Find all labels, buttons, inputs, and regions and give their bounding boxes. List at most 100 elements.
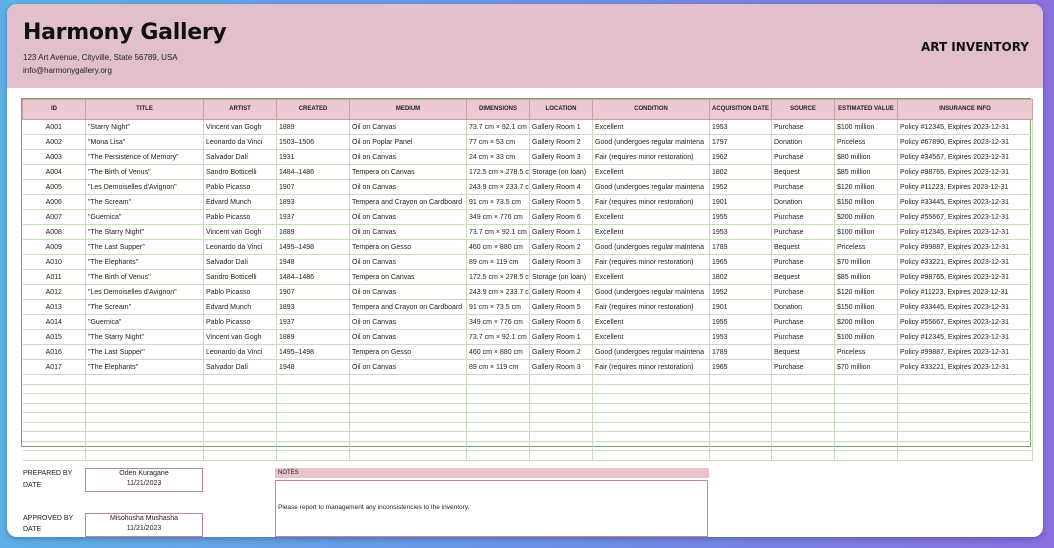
table-row: A015 "The Starry Night" Vincent van Gogh 18… — [22, 329, 1033, 345]
empty-cell — [834, 431, 898, 442]
table-cell: Policy #33445, Expires 2023-12-31 — [897, 194, 1033, 210]
table-cell: 1952 — [709, 284, 772, 300]
empty-cell — [466, 431, 530, 442]
table-cell: "Starry Night" — [85, 119, 204, 135]
table-cell: Policy #12345, Expires 2023-12-31 — [897, 329, 1033, 345]
table-cell: 1893 — [276, 299, 350, 315]
empty-cell — [203, 422, 277, 432]
table-row: A013 "The Scream" Edvard Munch 1893 Tempera … — [22, 299, 1033, 315]
column-header: CONDITION — [592, 99, 710, 120]
table-cell: $85 million — [834, 164, 898, 180]
table-cell: Policy #67890, Expires 2023-12-31 — [897, 134, 1033, 150]
table-cell: 460 cm × 880 cm — [466, 239, 530, 255]
empty-cell — [203, 441, 277, 451]
table-cell: $120 million — [834, 284, 898, 300]
empty-cell — [349, 422, 467, 432]
empty-cell — [349, 374, 467, 385]
empty-cell — [85, 412, 204, 423]
empty-cell — [834, 412, 898, 423]
table-cell: A012 — [22, 284, 86, 300]
table-cell: 91 cm × 73.5 cm — [466, 299, 530, 315]
prepared-date-label: DATE — [23, 482, 42, 489]
empty-cell — [349, 403, 467, 413]
table-cell: Gallery Room 6 — [529, 314, 593, 330]
empty-cell — [349, 384, 467, 394]
empty-table-row — [22, 450, 1033, 461]
table-header-row: ID TITLE ARTIST CREATED MEDIUM DIMENSIONS LOCA… — [22, 99, 1033, 120]
gallery-name: Harmony Gallery — [23, 20, 227, 45]
table-cell: Oil on Canvas — [349, 209, 467, 225]
table-cell: $150 million — [834, 299, 898, 315]
empty-cell — [22, 431, 86, 442]
table-cell: 77 cm × 53 cm — [466, 134, 530, 150]
empty-cell — [529, 441, 593, 451]
approved-date-value: 11/21/2023 — [126, 525, 162, 532]
empty-cell — [276, 412, 350, 423]
table-cell: 349 cm × 776 cm — [466, 314, 530, 330]
table-cell: 1797 — [709, 134, 772, 150]
empty-table-row — [22, 422, 1033, 432]
empty-cell — [709, 412, 772, 423]
empty-cell — [897, 441, 1033, 451]
table-row: A011 "The Birth of Venus" Sandro Botticell… — [22, 269, 1033, 285]
table-cell: "The Birth of Venus" — [85, 164, 204, 180]
inventory-table-container: ID TITLE ARTIST CREATED MEDIUM DIMENSIONS LOCA… — [21, 98, 1033, 461]
empty-cell — [592, 374, 710, 385]
empty-cell — [897, 393, 1033, 404]
empty-cell — [349, 393, 467, 404]
empty-table-row — [22, 412, 1033, 423]
table-cell: Tempera on Canvas — [349, 269, 467, 285]
approved-by-name: Misohusha Mushasha — [109, 515, 179, 522]
table-cell: Tempera and Crayon on Cardboard — [349, 194, 467, 210]
empty-cell — [709, 374, 772, 385]
table-cell: Fair (requires minor restoration) — [592, 299, 710, 315]
prepared-by-box: Oden Kuragane 11/21/2023 — [85, 468, 203, 492]
table-cell: Pablo Picasso — [203, 209, 277, 225]
table-cell: Oil on Canvas — [349, 119, 467, 135]
table-cell: "The Elephants" — [85, 254, 204, 270]
table-cell: Purchase — [771, 284, 835, 300]
table-cell: Gallery Room 5 — [529, 299, 593, 315]
table-cell: 1953 — [709, 329, 772, 345]
table-cell: $200 million — [834, 314, 898, 330]
table-cell: 1484–1486 — [276, 269, 350, 285]
table-cell: Edvard Munch — [203, 194, 277, 210]
table-cell: Vincent van Gogh — [203, 329, 277, 345]
table-cell: Policy #99887, Expires 2023-12-31 — [897, 344, 1033, 360]
table-cell: $70 million — [834, 254, 898, 270]
table-cell: Purchase — [771, 359, 835, 375]
table-cell: Policy #98765, Expires 2023-12-31 — [897, 269, 1033, 285]
table-cell: A014 — [22, 314, 86, 330]
table-cell: Gallery Room 3 — [529, 254, 593, 270]
empty-cell — [466, 412, 530, 423]
empty-cell — [529, 384, 593, 394]
column-header: INSURANCE INFO — [897, 99, 1033, 120]
table-cell: $100 million — [834, 224, 898, 240]
empty-cell — [771, 384, 835, 394]
empty-cell — [276, 450, 350, 461]
table-cell: 1889 — [276, 329, 350, 345]
table-cell: Oil on Canvas — [349, 284, 467, 300]
table-cell: Gallery Room 2 — [529, 239, 593, 255]
gallery-address: 123 Art Avenue, Cityville, State 56789, … — [23, 53, 178, 62]
table-cell: $70 million — [834, 359, 898, 375]
document-title: ART INVENTORY — [920, 40, 1029, 54]
table-cell: Good (undergoes regular maintena — [592, 239, 710, 255]
table-cell: $80 million — [834, 149, 898, 165]
table-cell: Donation — [771, 299, 835, 315]
table-cell: A015 — [22, 329, 86, 345]
empty-cell — [22, 412, 86, 423]
empty-cell — [466, 393, 530, 404]
table-cell: 73.7 cm × 92.1 cm — [466, 329, 530, 345]
table-cell: Pablo Picasso — [203, 284, 277, 300]
empty-cell — [349, 431, 467, 442]
empty-cell — [897, 384, 1033, 394]
table-cell: Bequest — [771, 164, 835, 180]
table-cell: Policy #11223, Expires 2023-12-31 — [897, 284, 1033, 300]
table-cell: Leonardo da Vinci — [203, 134, 277, 150]
table-cell: 1937 — [276, 209, 350, 225]
table-cell: A009 — [22, 239, 86, 255]
table-cell: 1955 — [709, 314, 772, 330]
table-cell: 1965 — [709, 254, 772, 270]
table-cell: 24 cm × 33 cm — [466, 149, 530, 165]
